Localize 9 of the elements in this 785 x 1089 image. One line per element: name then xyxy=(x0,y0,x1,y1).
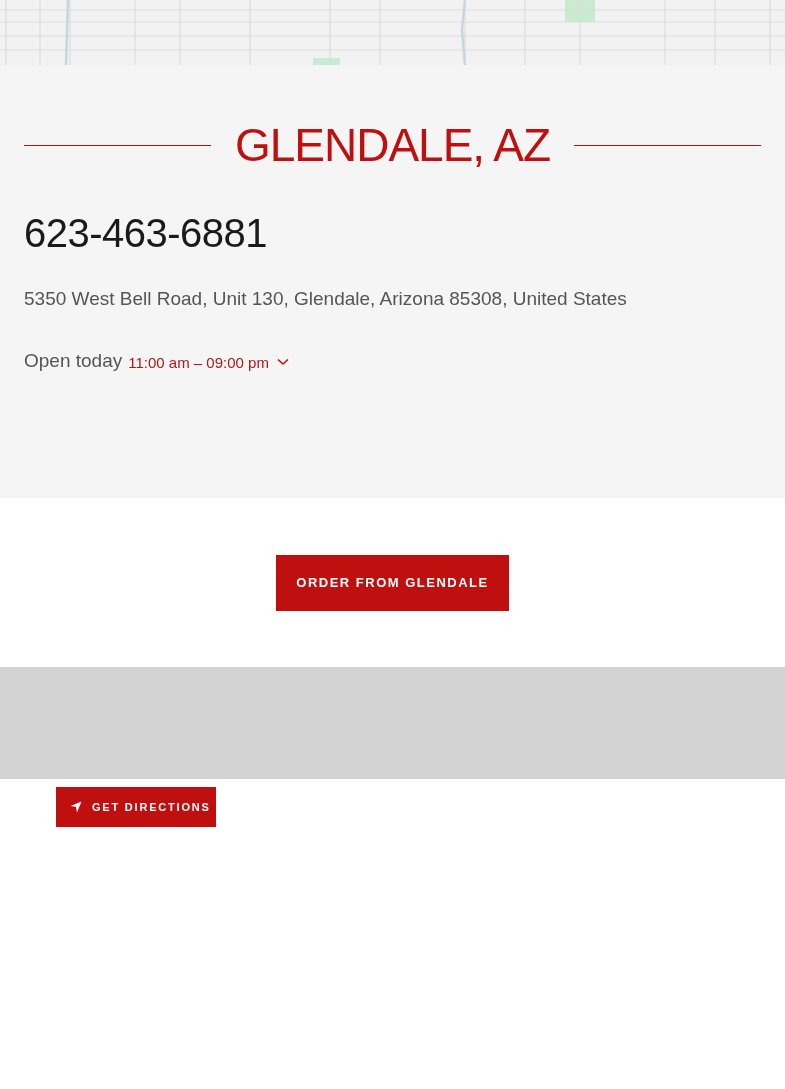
hours-dropdown[interactable]: 11:00 am – 09:00 pm xyxy=(128,353,289,371)
address-text: 5350 West Bell Road, Unit 130, Glendale, Arizona 85308, United States xyxy=(24,287,628,310)
navigation-arrow-icon xyxy=(70,801,82,813)
open-today-label: Open today xyxy=(24,349,123,372)
phone-link[interactable]: 623-463-6881 xyxy=(24,210,268,256)
get-directions-button[interactable]: GET DIRECTIONS xyxy=(56,787,216,827)
order-button[interactable]: ORDER FROM GLENDALE xyxy=(276,554,509,611)
caret-icon xyxy=(276,358,289,367)
location-title: GLENDALE, AZ xyxy=(234,120,551,171)
